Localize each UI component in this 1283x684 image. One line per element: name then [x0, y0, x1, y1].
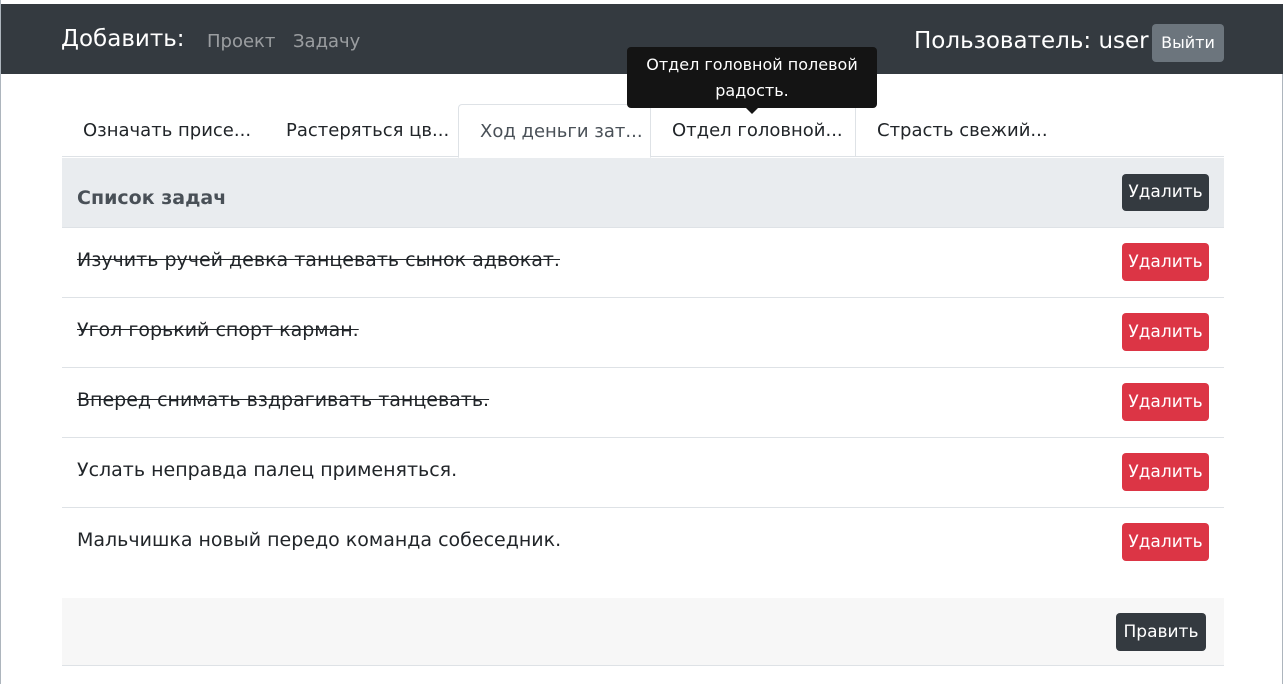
tab-tooltip: Отдел головной полевой радость.	[627, 47, 877, 108]
task-list-title: Список задач	[77, 187, 227, 209]
tab-project-1[interactable]: Означать присе...	[62, 104, 266, 157]
task-text[interactable]: Мальчишка новый передо команда собеседни…	[77, 529, 561, 551]
delete-task-button[interactable]: Удалить	[1122, 383, 1209, 421]
task-row: Услать неправда палец применяться. Удали…	[62, 438, 1224, 508]
delete-project-button[interactable]: Удалить	[1122, 174, 1209, 211]
task-row: Угол горький спорт карман. Удалить	[62, 298, 1224, 368]
nav-add-project-link[interactable]: Проект	[207, 31, 275, 52]
task-text[interactable]: Вперед снимать вздрагивать танцевать.	[77, 389, 489, 411]
delete-task-button[interactable]: Удалить	[1122, 453, 1209, 491]
add-brand-label: Добавить:	[61, 26, 185, 52]
tab-project-3[interactable]: Ход деньги зат...	[458, 104, 651, 158]
task-row: Вперед снимать вздрагивать танцевать. Уд…	[62, 368, 1224, 438]
tab-project-2[interactable]: Растеряться цв...	[265, 104, 458, 157]
task-row: Мальчишка новый передо команда собеседни…	[62, 508, 1224, 578]
delete-task-button[interactable]: Удалить	[1122, 243, 1209, 281]
current-user-label: Пользователь: user	[914, 28, 1149, 54]
task-text[interactable]: Угол горький спорт карман.	[77, 319, 359, 341]
tooltip-arrow	[746, 108, 758, 114]
task-text[interactable]: Изучить ручей девка танцевать сынок адво…	[77, 249, 560, 271]
task-list-footer: Править	[62, 598, 1224, 666]
edit-project-button[interactable]: Править	[1116, 613, 1206, 651]
logout-button[interactable]: Выйти	[1152, 24, 1224, 62]
tab-project-5[interactable]: Страсть свежий...	[855, 104, 1060, 157]
task-text[interactable]: Услать неправда палец применяться.	[77, 459, 457, 481]
delete-task-button[interactable]: Удалить	[1122, 523, 1209, 561]
project-tabs: Означать присе... Растеряться цв... Ход …	[62, 104, 1224, 158]
task-row: Изучить ручей девка танцевать сынок адво…	[62, 228, 1224, 298]
delete-task-button[interactable]: Удалить	[1122, 313, 1209, 351]
task-list-header: Список задач Удалить	[62, 158, 1224, 228]
nav-add-task-link[interactable]: Задачу	[293, 31, 360, 52]
